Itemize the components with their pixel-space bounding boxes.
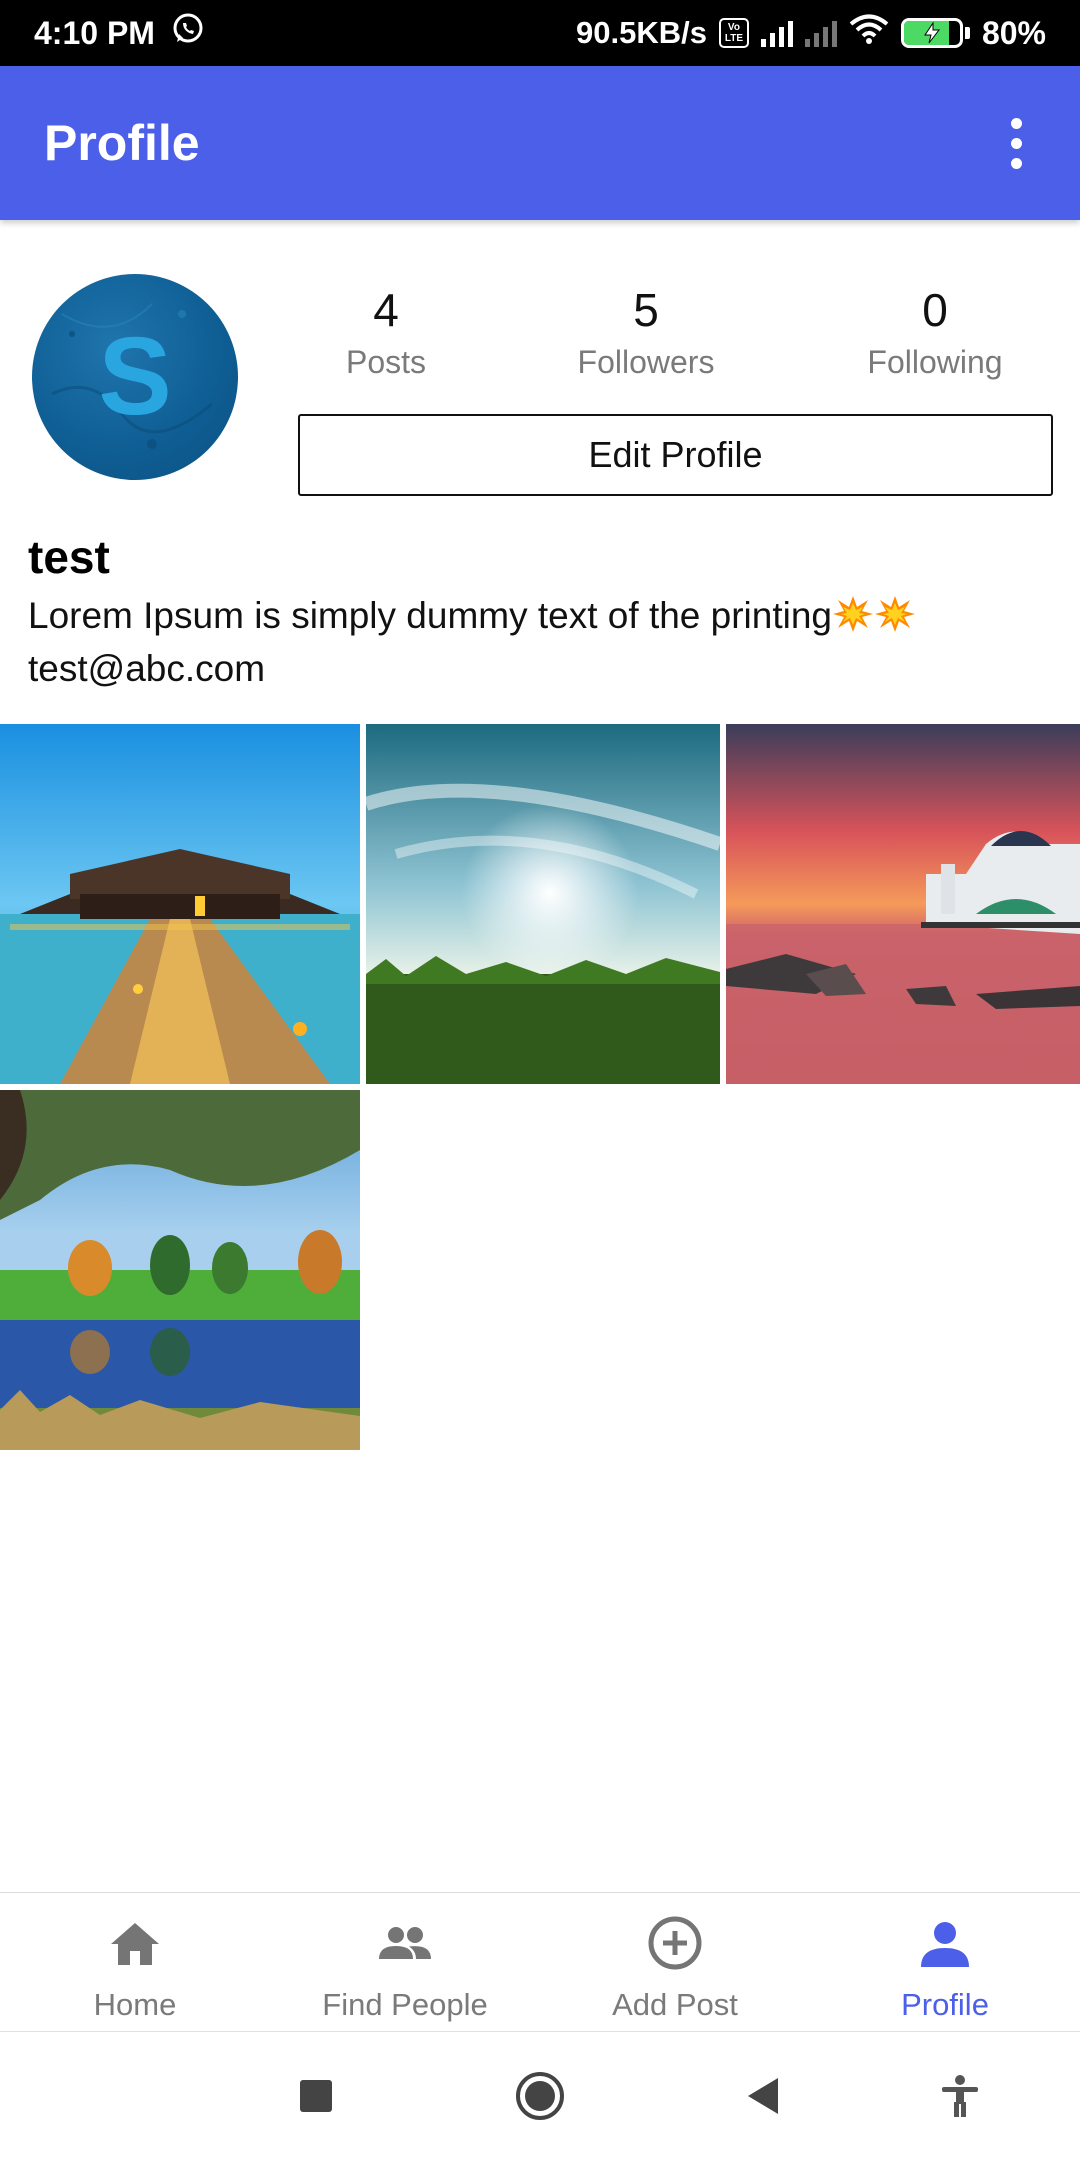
page-title: Profile: [44, 115, 200, 171]
post-thumbnail-sky[interactable]: [366, 724, 726, 1084]
more-options-icon[interactable]: [996, 113, 1036, 173]
accessibility-button[interactable]: [934, 2070, 986, 2122]
volte-bottom-label: LTE: [724, 33, 744, 44]
sky-grass-sunset-photo: [366, 724, 723, 1084]
stat-posts[interactable]: 4 Posts: [276, 280, 496, 384]
volte-top-label: Vo: [727, 22, 740, 33]
battery-icon: [900, 18, 970, 48]
following-label: Following: [867, 344, 1003, 380]
bio-text: Lorem Ipsum is simply dummy text of the …: [28, 595, 833, 636]
nav-label-find-people: Find People: [322, 1987, 488, 2022]
people-icon: [379, 1927, 431, 1959]
overwater-villa-photo: [0, 724, 360, 1084]
following-count: 0: [922, 284, 948, 336]
whatsapp-icon: [171, 12, 205, 54]
post-thumbnail-park[interactable]: [0, 1090, 360, 1450]
nav-label-add-post: Add Post: [612, 1987, 738, 2022]
nav-item-home[interactable]: Home: [0, 1893, 270, 2031]
wifi-icon: [849, 13, 889, 53]
recent-apps-button[interactable]: [290, 2070, 342, 2122]
email: test@abc.com: [28, 648, 266, 689]
followers-label: Followers: [577, 344, 715, 380]
post-thumbnail-mosque[interactable]: [726, 724, 1080, 1084]
back-system-button[interactable]: [736, 2070, 788, 2122]
edit-profile-button[interactable]: Edit Profile: [298, 414, 1053, 496]
stat-following[interactable]: 0 Following: [825, 280, 1045, 384]
nav-label-home: Home: [93, 1987, 177, 2022]
volte-icon: Vo LTE: [718, 18, 749, 48]
back-triangle-icon: [748, 2078, 778, 2114]
nav-item-find-people[interactable]: Find People: [270, 1893, 540, 2031]
add-circle-icon: [648, 1916, 702, 1970]
nav-label-profile: Profile: [901, 1987, 989, 2022]
signal-sim1-icon: [760, 19, 793, 47]
battery-percent: 80%: [981, 14, 1046, 51]
home-icon: [111, 1923, 159, 1965]
signal-sim2-icon: [804, 19, 837, 47]
collision-emoji-icon: [832, 595, 874, 636]
collision-emoji-icon: [874, 595, 916, 636]
followers-count: 5: [633, 284, 659, 336]
avatar[interactable]: S: [32, 274, 238, 480]
person-icon: [921, 1922, 969, 1967]
nav-item-profile[interactable]: Profile: [810, 1893, 1080, 2031]
stat-followers[interactable]: 5 Followers: [536, 280, 756, 384]
park-lake-reflection-photo: [0, 1090, 360, 1450]
username: test: [28, 531, 110, 583]
app-bar: Profile: [0, 66, 1080, 220]
bottom-navigation: Home Find People Add Post Profile: [0, 1892, 1080, 2032]
network-speed: 90.5KB/s: [575, 15, 707, 50]
accessibility-icon: [942, 2075, 978, 2117]
nav-item-add-post[interactable]: Add Post: [540, 1893, 810, 2031]
status-time: 4:10 PM: [34, 14, 155, 51]
home-system-button[interactable]: [514, 2070, 566, 2122]
system-navigation-bar: [0, 2032, 1080, 2160]
square-icon: [300, 2080, 332, 2112]
mosque-sunset-sea-photo: [726, 724, 1080, 1084]
avatar-letter: S: [98, 315, 172, 438]
post-thumbnail-villa[interactable]: [0, 724, 360, 1084]
posts-label: Posts: [345, 344, 427, 380]
status-bar: 4:10 PM 90.5KB/s Vo LTE 80%: [0, 0, 1080, 66]
posts-count: 4: [373, 284, 399, 336]
circle-home-icon: [516, 2072, 564, 2120]
bio-line: Lorem Ipsum is simply dummy text of the …: [28, 594, 916, 637]
